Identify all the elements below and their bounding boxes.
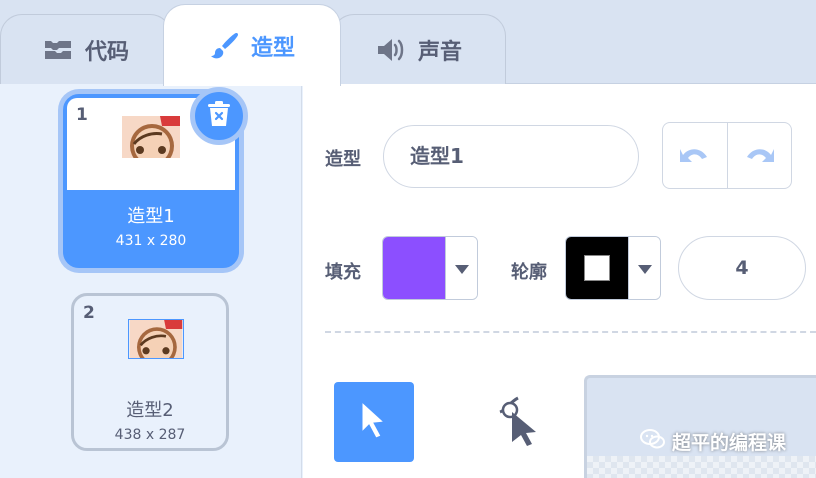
costume-preview-image (128, 319, 184, 359)
tab-costumes-label: 造型 (250, 35, 295, 61)
costume-number: 1 (76, 105, 88, 125)
costume-list: 1 造型1 431 x 280 2 造型2 438 x 287 (0, 84, 302, 478)
tab-sounds[interactable]: 声音 (332, 14, 506, 84)
costume-number: 2 (83, 303, 95, 323)
speaker-icon (376, 37, 406, 63)
editor-tab-bar: 代码 造型 声音 (0, 0, 816, 86)
reshape-icon (494, 394, 542, 450)
outline-dropdown-button[interactable] (628, 237, 660, 299)
costume-name-label: 造型 (325, 149, 361, 170)
code-blocks-icon (43, 39, 73, 61)
select-tool-button[interactable] (334, 382, 414, 462)
costume-name: 造型1 (127, 206, 175, 227)
tab-costumes[interactable]: 造型 (163, 4, 341, 86)
toolbar-divider (325, 331, 816, 333)
canvas-checker-pattern (587, 456, 816, 478)
costume-card-2[interactable]: 2 造型2 438 x 287 (71, 293, 229, 451)
costume-name-input[interactable]: 造型1 (383, 125, 639, 188)
caret-down-icon (637, 259, 652, 278)
fill-dropdown-button[interactable] (445, 237, 477, 299)
undo-redo-group (662, 122, 792, 189)
costume-preview-image (122, 116, 180, 158)
fill-color-picker[interactable] (382, 236, 478, 300)
outline-color-picker[interactable] (565, 236, 661, 300)
outline-color-swatch (566, 237, 628, 299)
wechat-icon (640, 428, 666, 455)
undo-icon (679, 143, 711, 169)
redo-icon (743, 143, 775, 169)
tab-sounds-label: 声音 (417, 39, 462, 65)
watermark-text: 超平的编程课 (672, 431, 787, 454)
arrow-cursor-icon (358, 400, 390, 444)
outline-swatch-inner (584, 255, 610, 281)
caret-down-icon (454, 259, 469, 278)
redo-button[interactable] (728, 123, 792, 188)
costume-size: 438 x 287 (114, 427, 186, 443)
paint-editor: 造型 造型1 填充 轮廓 4 (303, 84, 816, 478)
tab-code[interactable]: 代码 (0, 14, 172, 84)
undo-button[interactable] (663, 123, 728, 188)
tab-code-label: 代码 (84, 39, 129, 65)
paintbrush-icon (209, 31, 239, 61)
outline-width-input[interactable]: 4 (678, 236, 806, 300)
outline-label: 轮廓 (511, 262, 547, 283)
reshape-tool-button[interactable] (488, 389, 548, 455)
fill-label: 填充 (325, 262, 361, 283)
fill-color-swatch (383, 237, 445, 299)
costume-size: 431 x 280 (115, 233, 187, 249)
trash-icon (206, 100, 232, 132)
watermark: 超平的编程课 (640, 426, 786, 456)
delete-costume-button[interactable] (190, 87, 248, 145)
costume-name: 造型2 (126, 400, 174, 421)
